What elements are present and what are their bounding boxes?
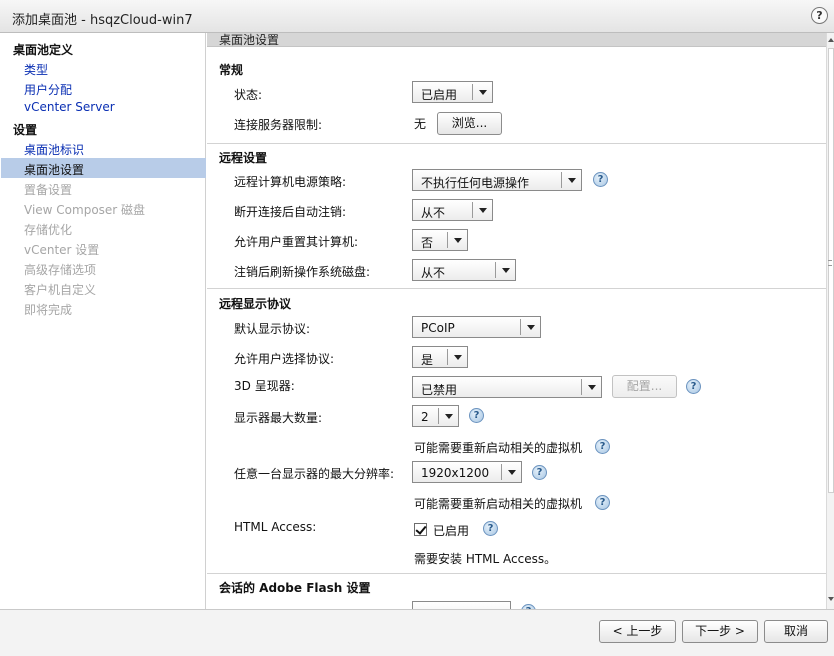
window-titlebar: 添加桌面池 - hsqzCloud-win7 ? [0,0,834,33]
help-icon[interactable]: ? [483,521,498,536]
chevron-down-icon [495,262,515,278]
auto-logoff-label: 断开连接后自动注销: [234,205,347,219]
refresh-disk-value: 从不 [421,266,446,280]
html-access-value: 已启用 [433,524,470,538]
max-monitors-dropdown[interactable]: 2 [412,405,459,427]
power-policy-value: 不执行任何电源操作 [421,176,530,190]
sidebar-item-user-assignment[interactable]: 用户分配 [24,81,72,98]
chevron-down-icon [561,172,581,188]
chevron-down-icon [447,349,467,365]
help-icon[interactable]: ? [532,465,547,480]
scrollbar-grip-icon [828,260,832,266]
state-value: 已启用 [421,88,458,102]
previous-button[interactable]: < 上一步 [599,620,676,643]
sidebar-item-label: 桌面池设置 [24,163,85,177]
sidebar-item-guest-customization: 客户机自定义 [24,283,97,297]
section-remote-title: 远程设置 [219,151,268,165]
sidebar-item-storage-optimization: 存储优化 [24,223,73,237]
power-policy-label: 远程计算机电源策略: [234,175,347,189]
section-flash-title: 会话的 Adobe Flash 设置 [219,581,371,595]
divider [207,143,826,144]
chevron-down-icon [520,319,540,335]
state-label: 状态: [234,88,263,102]
max-resolution-label: 任意一台显示器的最大分辨率: [234,467,395,481]
max-resolution-value: 1920x1200 [421,466,490,480]
connection-server-limit-value: 无 [414,117,427,131]
html-access-label: HTML Access: [234,520,317,534]
sidebar-item-pool-settings[interactable]: 桌面池设置 [1,158,206,178]
sidebar-item-provisioning: 置备设置 [24,183,73,197]
sidebar-item-type[interactable]: 类型 [24,61,48,78]
allow-protocol-choice-dropdown[interactable]: 是 [412,346,468,368]
sidebar-section-pool-definition: 桌面池定义 [13,43,74,57]
scroll-up-icon[interactable] [828,38,834,42]
chevron-down-icon [581,379,601,395]
sidebar-item-advanced-storage: 高级存储选项 [24,263,97,277]
allow-protocol-choice-label: 允许用户选择协议: [234,352,335,366]
chevron-down-icon [472,84,492,100]
allow-reset-dropdown[interactable]: 否 [412,229,468,251]
next-button[interactable]: 下一步 > [682,620,758,643]
scroll-down-icon[interactable] [828,597,834,601]
section-general-title: 常规 [219,63,244,77]
sidebar-section-settings: 设置 [13,123,38,137]
panel-header: 桌面池设置 [207,33,826,47]
sidebar-item-vcenter-settings: vCenter 设置 [24,243,100,257]
cancel-button[interactable]: 取消 [764,620,828,643]
auto-logoff-value: 从不 [421,206,446,220]
section-display-protocol-title: 远程显示协议 [219,297,292,311]
connection-server-limit-label: 连接服务器限制: [234,118,323,132]
chevron-down-icon [472,202,492,218]
browse-button[interactable]: 浏览... [437,112,502,135]
scrollbar-thumb[interactable] [828,48,834,493]
settings-panel: 桌面池设置 常规 状态: 已启用 连接服务器限制: 无 浏览... 远程设置 远… [207,33,826,609]
sidebar-item-ready-to-complete: 即将完成 [24,303,73,317]
html-access-checkbox[interactable] [414,523,427,536]
allow-protocol-choice-value: 是 [421,353,434,367]
help-icon[interactable]: ? [593,172,608,187]
configure-button[interactable]: 配置... [612,375,677,398]
default-protocol-label: 默认显示协议: [234,322,311,336]
divider [207,288,826,289]
max-monitors-value: 2 [421,410,429,424]
vertical-scrollbar[interactable] [826,33,834,609]
wizard-footer: < 上一步 下一步 > 取消 [0,609,834,656]
help-icon[interactable]: ? [595,495,610,510]
refresh-disk-label: 注销后刷新操作系统磁盘: [234,265,371,279]
wizard-sidebar: 桌面池定义 类型 用户分配 vCenter Server 设置 桌面池标识 桌面… [0,33,206,609]
state-dropdown[interactable]: 已启用 [412,81,493,103]
max-monitors-label: 显示器最大数量: [234,411,323,425]
divider [207,573,826,574]
default-protocol-value: PCoIP [421,321,455,335]
allow-reset-label: 允许用户重置其计算机: [234,235,359,249]
3d-renderer-dropdown[interactable]: 已禁用 [412,376,602,398]
help-icon[interactable]: ? [811,7,828,24]
flash-quality-dropdown[interactable] [412,601,511,609]
auto-logoff-dropdown[interactable]: 从不 [412,199,493,221]
power-policy-dropdown[interactable]: 不执行任何电源操作 [412,169,582,191]
help-icon[interactable]: ? [469,408,484,423]
html-access-note: 需要安装 HTML Access。 [414,552,557,566]
3d-renderer-value: 已禁用 [421,383,458,397]
panel-header-title: 桌面池设置 [219,33,280,47]
restart-note: 可能需要重新启动相关的虚拟机 [414,497,583,511]
help-icon[interactable]: ? [595,439,610,454]
sidebar-item-vcenter-server[interactable]: vCenter Server [24,100,115,114]
chevron-down-icon [447,232,467,248]
window-title: 添加桌面池 - hsqzCloud-win7 [12,13,193,28]
max-resolution-dropdown[interactable]: 1920x1200 [412,461,522,483]
chevron-down-icon [501,464,521,480]
refresh-disk-dropdown[interactable]: 从不 [412,259,516,281]
3d-renderer-label: 3D 呈现器: [234,379,295,393]
restart-note: 可能需要重新启动相关的虚拟机 [414,441,583,455]
chevron-down-icon [438,408,458,424]
default-protocol-dropdown[interactable]: PCoIP [412,316,541,338]
allow-reset-value: 否 [421,236,434,250]
sidebar-item-view-composer-disks: View Composer 磁盘 [24,203,146,217]
help-icon[interactable]: ? [686,379,701,394]
sidebar-item-pool-id[interactable]: 桌面池标识 [24,141,84,158]
